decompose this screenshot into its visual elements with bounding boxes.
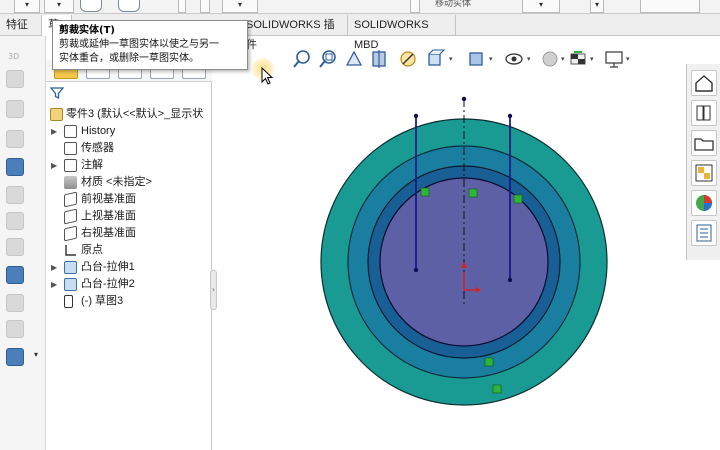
command-strip: ▾ ▾ ▾ 移动实体 ▾ ▾ xyxy=(0,0,720,14)
tool-icon-9[interactable] xyxy=(6,294,24,312)
annotation-icon xyxy=(64,159,77,172)
dropdown-button-4[interactable]: ▾ xyxy=(222,0,258,13)
custom-properties-icon[interactable] xyxy=(691,220,717,246)
history-icon xyxy=(64,125,77,138)
tree-item-label: 原点 xyxy=(81,244,103,256)
tree-item-label: 传感器 xyxy=(81,142,114,154)
tab-features[interactable]: 特征 xyxy=(0,15,42,36)
expand-arrow-icon[interactable]: ▶ xyxy=(51,157,57,174)
coincident-relation-icon xyxy=(492,384,502,394)
tree-item-origin[interactable]: 原点 xyxy=(46,242,212,259)
tree-item-label: 上视基准面 xyxy=(81,210,136,222)
plane-icon xyxy=(64,191,77,208)
vertical-relation-icon xyxy=(468,188,478,198)
task-pane xyxy=(686,64,720,260)
tool-icon-10[interactable] xyxy=(6,320,24,338)
tooltip-description-line1: 剪裁或延伸一草图实体以使之与另一 xyxy=(59,39,219,50)
chevron-down-icon[interactable]: ▾ xyxy=(34,350,38,359)
tree-root[interactable]: 零件3 (默认<<默认>_显示状 xyxy=(46,106,212,123)
sketch-endpoint xyxy=(413,113,419,119)
appearances-icon[interactable] xyxy=(691,190,717,216)
tree-item-material[interactable]: 材质 <未指定> xyxy=(46,174,212,191)
origin-icon xyxy=(65,245,76,256)
tooltip-description-line2: 实体重合，或删除一草图实体。 xyxy=(59,53,199,64)
tree-item-right-plane[interactable]: 右视基准面 xyxy=(46,225,212,242)
move-entities-icon[interactable] xyxy=(410,0,420,13)
tool-icon-6[interactable] xyxy=(6,212,24,230)
sketch-endpoint xyxy=(507,113,513,119)
vertical-relation-icon xyxy=(513,194,523,204)
tree-item-label: 材质 <未指定> xyxy=(81,176,152,188)
sketch-icon xyxy=(64,295,73,308)
tool-icon-1[interactable] xyxy=(6,70,24,88)
tree-item-label: History xyxy=(81,125,116,137)
tool-icon-5[interactable] xyxy=(6,186,24,204)
convert-entities-icon[interactable] xyxy=(118,0,140,12)
graphics-area[interactable] xyxy=(218,36,686,450)
coincident-relation-icon xyxy=(484,357,494,367)
tree-item-extrude1[interactable]: ▶ 凸台-拉伸1 xyxy=(46,259,212,276)
mouse-cursor-icon xyxy=(261,67,274,85)
tree-item-annotations[interactable]: ▶ 注解 xyxy=(46,157,212,174)
tree-item-label: 前视基准面 xyxy=(81,193,136,205)
feature-tree: 零件3 (默认<<默认>_显示状 ▶ History 传感器 ▶ 注解 材质 <… xyxy=(46,106,212,310)
sketch-endpoint xyxy=(413,267,419,273)
view-palette-icon[interactable] xyxy=(691,160,717,186)
tree-item-sensors[interactable]: 传感器 xyxy=(46,140,212,157)
tree-item-label: 凸台-拉伸1 xyxy=(81,261,135,273)
expand-arrow-icon[interactable]: ▶ xyxy=(51,259,57,276)
tooltip-title: 剪裁实体(T) xyxy=(59,25,115,36)
tree-item-sketch3[interactable]: (-) 草图3 xyxy=(46,293,212,310)
expand-arrow-icon[interactable]: ▶ xyxy=(51,276,57,293)
separator-mark xyxy=(178,0,186,13)
extrude-icon xyxy=(64,261,77,274)
tree-item-label: (-) 草图3 xyxy=(81,295,124,307)
tool-icon-7[interactable] xyxy=(6,238,24,256)
tree-item-history[interactable]: ▶ History xyxy=(46,123,212,140)
plane-icon xyxy=(64,208,77,225)
tool-icon-2[interactable] xyxy=(6,100,24,118)
trim-tool-icon[interactable] xyxy=(80,0,102,12)
trim-entities-tooltip: 剪裁实体(T) 剪裁或延伸一草图实体以使之与另一 实体重合，或删除一草图实体。 xyxy=(52,20,248,70)
design-library-icon[interactable] xyxy=(691,100,717,126)
extrude-icon xyxy=(64,278,77,291)
dropdown-button-1[interactable]: ▾ xyxy=(14,0,40,13)
centerline-endpoint xyxy=(461,96,467,102)
tree-item-front-plane[interactable]: 前视基准面 xyxy=(46,191,212,208)
filter-icon[interactable] xyxy=(50,86,64,100)
expand-arrow-icon[interactable]: ▶ xyxy=(51,123,57,140)
tool-icon-3[interactable] xyxy=(6,130,24,148)
tree-item-label: 注解 xyxy=(81,159,103,171)
sketch-endpoint xyxy=(507,277,513,283)
tool-icon-11[interactable] xyxy=(6,348,24,366)
dropdown-button-2[interactable]: ▾ xyxy=(44,0,74,13)
feature-manager-tree: 零件3 (默认<<默认>_显示状 ▶ History 传感器 ▶ 注解 材质 <… xyxy=(46,36,212,450)
tool-icon-4[interactable] xyxy=(6,158,24,176)
solidworks-window: { "top_strip": { "partial_label": "移动实体"… xyxy=(0,0,720,450)
sensor-icon xyxy=(64,142,77,155)
dropdown-button-3[interactable] xyxy=(200,0,210,13)
vertical-relation-icon xyxy=(420,187,430,197)
material-icon xyxy=(64,176,77,189)
tab-solidworks-addins[interactable]: SOLIDWORKS 插件 xyxy=(240,15,348,51)
label-3d: 3D xyxy=(8,52,20,61)
tool-icon-8[interactable] xyxy=(6,266,24,284)
dropdown-button-6[interactable]: ▾ xyxy=(590,0,604,13)
part-icon xyxy=(50,108,63,121)
tree-root-label: 零件3 (默认<<默认>_显示状 xyxy=(66,108,204,120)
dropdown-button-7[interactable] xyxy=(640,0,700,13)
tab-solidworks-mbd[interactable]: SOLIDWORKS MBD xyxy=(348,15,456,51)
dropdown-button-5[interactable]: ▾ xyxy=(522,0,560,13)
file-explorer-icon[interactable] xyxy=(691,130,717,156)
home-icon[interactable] xyxy=(691,70,717,96)
tree-item-label: 凸台-拉伸2 xyxy=(81,278,135,290)
move-entities-label[interactable]: 移动实体 xyxy=(435,0,471,9)
sketch-tools-strip: 3D ▾ xyxy=(0,36,46,450)
tree-item-top-plane[interactable]: 上视基准面 xyxy=(46,208,212,225)
panel-splitter[interactable]: › xyxy=(210,270,217,310)
tree-item-label: 右视基准面 xyxy=(81,227,136,239)
plane-icon xyxy=(64,225,77,242)
tree-item-extrude2[interactable]: ▶ 凸台-拉伸2 xyxy=(46,276,212,293)
